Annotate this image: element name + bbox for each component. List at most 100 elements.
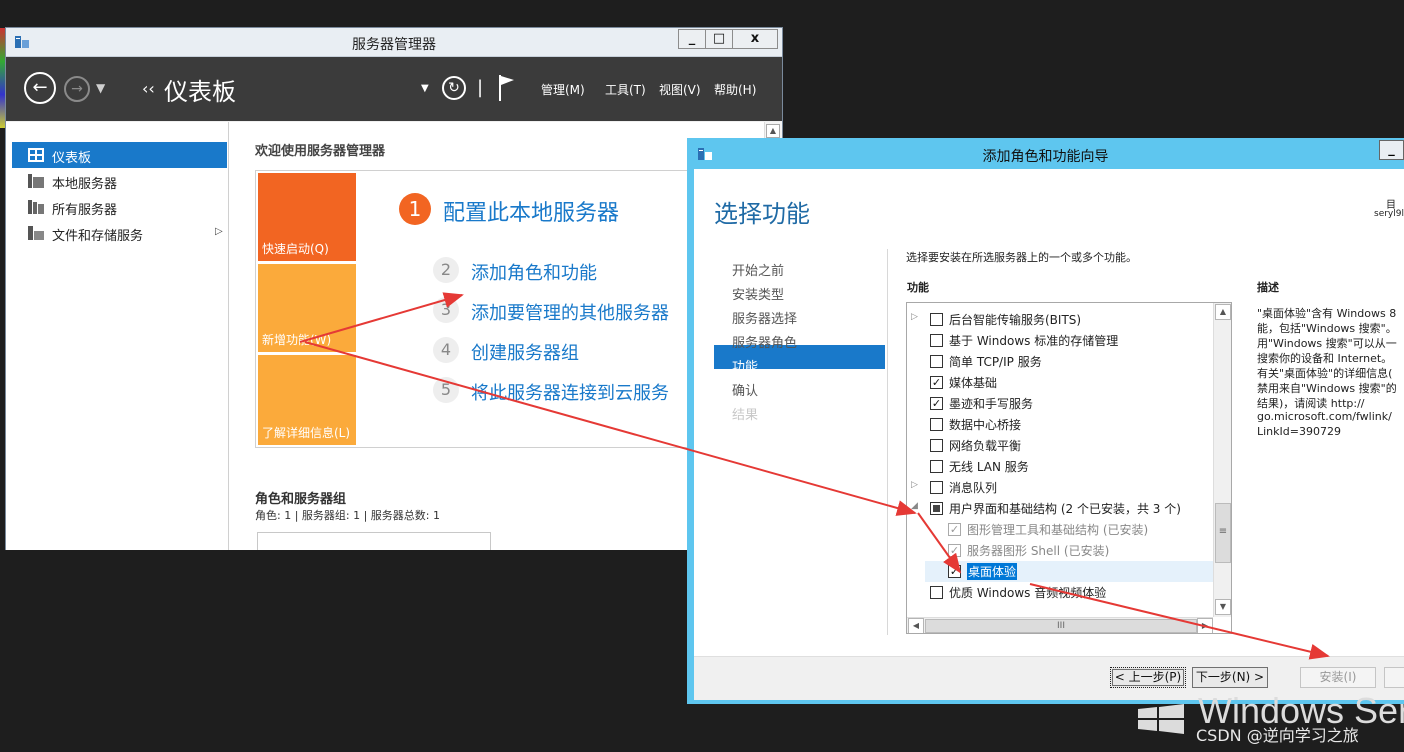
quick-start-panel: 快速启动(Q) 新增功能(W) 了解详细信息(L) 1 配置此本地服务器 2 添…: [255, 170, 715, 448]
connect-cloud-link[interactable]: 将此服务器连接到云服务: [471, 379, 669, 405]
expand-arrow-icon[interactable]: ▷: [911, 480, 918, 490]
feature-row[interactable]: ✓ 墨迹和手写服务: [907, 393, 1213, 414]
page-title: 选择功能: [714, 200, 810, 228]
feature-checkbox[interactable]: ✓: [948, 523, 961, 536]
step-number: 5: [433, 377, 459, 403]
close-button[interactable]: x: [732, 29, 778, 49]
wizard-step-server-selection[interactable]: 服务器选择: [732, 308, 797, 327]
feature-checkbox[interactable]: [930, 418, 943, 431]
window-title: 服务器管理器: [352, 37, 436, 53]
collapse-arrow-icon[interactable]: ◢: [911, 501, 918, 511]
vertical-scrollbar[interactable]: ▲ ≡ ▼: [1213, 303, 1231, 617]
description-link[interactable]: go.microsoft.com/fwlink/: [1257, 410, 1392, 423]
title-bar[interactable]: 服务器管理器 _ □ x: [6, 28, 782, 57]
sidebar-item-local-server[interactable]: 本地服务器: [12, 168, 227, 194]
feature-checkbox[interactable]: [930, 502, 943, 515]
feature-checkbox[interactable]: [930, 439, 943, 452]
feature-checkbox[interactable]: [930, 355, 943, 368]
feature-row[interactable]: 无线 LAN 服务: [907, 456, 1213, 477]
tile-learn-more[interactable]: 了解详细信息(L): [258, 355, 356, 445]
feature-row[interactable]: 简单 TCP/IP 服务: [907, 351, 1213, 372]
feature-row[interactable]: ◢ 用户界面和基础结构 (2 个已安装，共 3 个): [907, 498, 1213, 519]
menu-view[interactable]: 视图(V): [659, 81, 701, 98]
feature-row[interactable]: ✓ 媒体基础: [907, 372, 1213, 393]
add-roles-features-link[interactable]: 添加角色和功能: [471, 259, 597, 285]
previous-button[interactable]: < 上一步(P): [1110, 667, 1186, 688]
wizard-step-server-roles[interactable]: 服务器角色: [732, 332, 797, 351]
feature-checkbox[interactable]: [930, 586, 943, 599]
feature-row[interactable]: 网络负载平衡: [907, 435, 1213, 456]
scroll-up-icon[interactable]: ▲: [1215, 304, 1231, 320]
sidebar-item-dashboard[interactable]: 仪表板: [12, 142, 227, 168]
sidebar-item-all-servers[interactable]: 所有服务器: [12, 194, 227, 220]
feature-checkbox[interactable]: ✓: [948, 544, 961, 557]
minimize-button[interactable]: _: [1379, 140, 1404, 160]
scroll-thumb[interactable]: III: [925, 619, 1197, 633]
menu-manage[interactable]: 管理(M): [541, 81, 585, 98]
tile-label: 了解详细信息(L): [262, 426, 351, 440]
next-button[interactable]: 下一步(N) >: [1192, 667, 1268, 688]
feature-checkbox[interactable]: ✓: [948, 565, 961, 578]
feature-row[interactable]: ✓ 图形管理工具和基础结构 (已安装): [907, 519, 1213, 540]
arrow-right-icon: →: [71, 81, 83, 97]
feature-row[interactable]: 基于 Windows 标准的存储管理: [907, 330, 1213, 351]
notifications-flag-icon[interactable]: [496, 73, 518, 103]
sidebar: 仪表板 本地服务器 所有服务器 文件和存储服务 ▷: [6, 122, 229, 550]
scroll-right-icon[interactable]: ▶: [1197, 618, 1213, 633]
refresh-dropdown-icon[interactable]: ▼: [421, 83, 429, 94]
wizard-step-confirmation[interactable]: 确认: [732, 380, 758, 399]
feature-row[interactable]: 优质 Windows 音频视频体验: [907, 582, 1213, 603]
feature-checkbox[interactable]: ✓: [930, 397, 943, 410]
feature-row[interactable]: ▷ 后台智能传输服务(BITS): [907, 309, 1213, 330]
wizard-step-before-you-begin[interactable]: 开始之前: [732, 260, 784, 279]
tile-whats-new[interactable]: 新增功能(W): [258, 264, 356, 352]
configure-local-server-link[interactable]: 配置此本地服务器: [443, 195, 619, 227]
description-text: 搜索你的设备和 Internet。: [1257, 352, 1393, 365]
feature-label: 桌面体验: [967, 563, 1018, 580]
sidebar-item-label: 所有服务器: [52, 203, 118, 218]
expand-arrow-icon[interactable]: ▷: [215, 226, 223, 237]
wizard-step-features[interactable]: 功能: [732, 356, 758, 375]
maximize-button[interactable]: □: [705, 29, 733, 49]
cancel-button[interactable]: [1384, 667, 1404, 688]
scroll-up-icon[interactable]: ▲: [766, 124, 780, 138]
refresh-button[interactable]: ↻: [442, 76, 466, 100]
step-number: 1: [399, 193, 431, 225]
description-link[interactable]: LinkId=390729: [1257, 425, 1341, 438]
feature-label: 优质 Windows 音频视频体验: [949, 586, 1107, 600]
feature-checkbox[interactable]: [930, 313, 943, 326]
feature-row[interactable]: ✓ 桌面体验: [907, 561, 1213, 582]
menu-tools[interactable]: 工具(T): [605, 81, 646, 98]
menu-help[interactable]: 帮助(H): [714, 81, 756, 98]
feature-checkbox[interactable]: [930, 481, 943, 494]
feature-checkbox[interactable]: [930, 460, 943, 473]
destination-server-name: seryl9l: [1374, 209, 1404, 219]
sidebar-item-file-storage[interactable]: 文件和存储服务 ▷: [12, 220, 227, 246]
scroll-left-icon[interactable]: ◀: [908, 618, 924, 633]
scroll-thumb[interactable]: ≡: [1215, 503, 1231, 563]
forward-button[interactable]: →: [64, 76, 90, 102]
create-server-group-link[interactable]: 创建服务器组: [471, 339, 579, 365]
feature-label: 后台智能传输服务(BITS): [949, 313, 1082, 327]
roles-summary: 角色: 1 | 服务器组: 1 | 服务器总数: 1: [255, 509, 441, 522]
title-bar[interactable]: 添加角色和功能向导 _: [687, 138, 1404, 169]
wizard-step-installation-type[interactable]: 安装类型: [732, 284, 784, 303]
minimize-button[interactable]: _: [678, 29, 706, 49]
toolbar: ← → ▼ ‹‹ 仪表板 ▼ ↻ | 管理(M) 工具(T) 视图(V) 帮助(…: [6, 57, 782, 121]
feature-checkbox[interactable]: [930, 334, 943, 347]
horizontal-scrollbar[interactable]: ◀ III ▶: [907, 617, 1213, 633]
expand-arrow-icon[interactable]: ▷: [911, 312, 918, 322]
role-tile[interactable]: [257, 532, 491, 550]
history-dropdown-icon[interactable]: ▼: [96, 81, 105, 95]
add-servers-link[interactable]: 添加要管理的其他服务器: [471, 299, 669, 325]
tile-quick-start[interactable]: 快速启动(Q): [258, 173, 356, 261]
feature-checkbox[interactable]: ✓: [930, 376, 943, 389]
breadcrumb-chevron-icon: ‹‹: [142, 79, 155, 98]
feature-row[interactable]: 数据中心桥接: [907, 414, 1213, 435]
feature-row[interactable]: ✓ 服务器图形 Shell (已安装): [907, 540, 1213, 561]
back-button[interactable]: ←: [24, 72, 56, 104]
feature-row[interactable]: ▷ 消息队列: [907, 477, 1213, 498]
install-button[interactable]: 安装(I): [1300, 667, 1376, 688]
add-roles-wizard-window: 添加角色和功能向导 _ 选择功能 目 seryl9l 开始之前 安装类型 服务器…: [687, 138, 1404, 704]
scroll-down-icon[interactable]: ▼: [1215, 599, 1231, 615]
